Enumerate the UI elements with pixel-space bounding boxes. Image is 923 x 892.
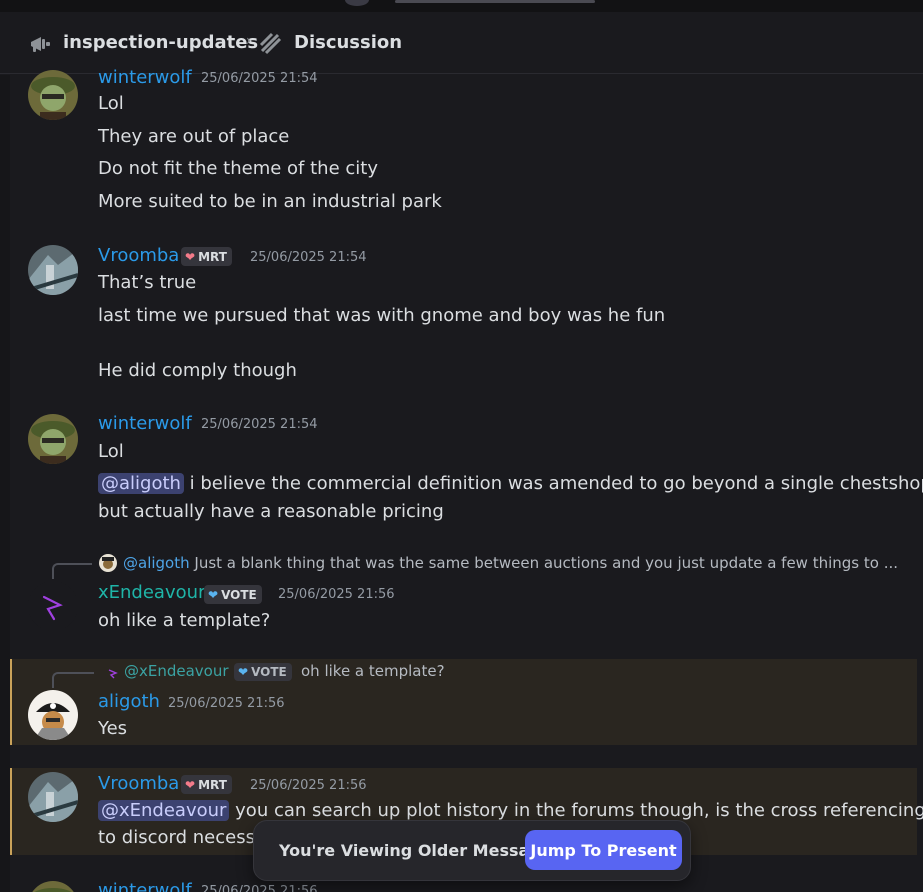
message-text: Yes: [98, 718, 128, 739]
avatar[interactable]: [28, 581, 78, 631]
avatar[interactable]: [28, 414, 78, 464]
username[interactable]: xEndeavour: [98, 582, 205, 603]
left-gutter: [0, 75, 10, 892]
message-item: Vroomba ❤ MRT 25/06/2025 21:54 That’s tr…: [10, 240, 923, 390]
timestamp: 25/06/2025 21:54: [201, 71, 318, 86]
reply-connector: [52, 563, 92, 579]
reply-connector: [52, 672, 94, 688]
avatar[interactable]: [28, 772, 78, 822]
username[interactable]: Vroomba: [98, 773, 179, 794]
message-item: @aligoth Just a blank thing that was the…: [10, 548, 923, 648]
message-text: last time we pursued that was with gnome…: [98, 305, 666, 326]
announcement-channel-icon: [31, 37, 50, 52]
heart-icon: ❤: [185, 249, 196, 264]
user-mention[interactable]: @aligoth: [98, 473, 184, 494]
timestamp: 25/06/2025 21:56: [201, 884, 318, 892]
message-text: Do not fit the theme of the city: [98, 158, 378, 179]
jump-to-present-button[interactable]: Jump To Present: [525, 830, 682, 870]
avatar[interactable]: [28, 690, 78, 740]
message-text: @aligoth i believe the commercial defini…: [98, 473, 923, 494]
thread-icon: [259, 32, 282, 55]
avatar[interactable]: [28, 70, 78, 120]
heart-icon: ❤: [238, 665, 249, 679]
reply-avatar: [108, 669, 118, 679]
older-messages-banner: You're Viewing Older Messages Jump To Pr…: [253, 820, 691, 881]
username[interactable]: winterwolf: [98, 67, 192, 88]
window-top-strip: [0, 0, 923, 12]
message-item: winterwolf 25/06/2025 21:54 Lol They are…: [10, 62, 923, 222]
username[interactable]: Vroomba: [98, 245, 179, 266]
banner-text: You're Viewing Older Messages: [279, 841, 562, 860]
reply-avatar: [99, 554, 117, 572]
timestamp: 25/06/2025 21:56: [168, 696, 285, 711]
username[interactable]: winterwolf: [98, 413, 192, 434]
timestamp: 25/06/2025 21:54: [201, 417, 318, 432]
timestamp: 25/06/2025 21:56: [250, 778, 367, 793]
reply-preview[interactable]: @aligoth Just a blank thing that was the…: [123, 554, 898, 572]
message-text: That’s true: [98, 272, 197, 293]
username[interactable]: winterwolf: [98, 880, 192, 892]
role-badge: ❤ VOTE: [234, 663, 292, 681]
message-text: oh like a template?: [98, 610, 271, 631]
role-badge: ❤ MRT: [181, 775, 232, 794]
role-badge: ❤ VOTE: [204, 585, 262, 604]
message-text: Lol: [98, 93, 124, 114]
heart-icon: ❤: [208, 587, 219, 602]
reply-preview-text: oh like a template?: [301, 662, 445, 680]
reply-preview[interactable]: @xEndeavour: [124, 662, 229, 680]
heart-icon: ❤: [185, 777, 196, 792]
timestamp: 25/06/2025 21:54: [250, 250, 367, 265]
message-text: to discord necessa: [98, 827, 266, 848]
message-text: He did comply though: [98, 360, 297, 381]
message-text: but actually have a reasonable pricing: [98, 501, 444, 522]
message-text: @xEndeavour you can search up plot histo…: [98, 800, 923, 821]
thread-title[interactable]: Discussion: [294, 32, 402, 53]
user-mention[interactable]: @xEndeavour: [98, 800, 230, 821]
avatar[interactable]: [28, 245, 78, 295]
message-text: More suited to be in an industrial park: [98, 191, 442, 212]
message-item: @xEndeavour ❤ VOTE oh like a template? a…: [10, 659, 917, 745]
username[interactable]: aligoth: [98, 691, 160, 712]
message-item: winterwolf 25/06/2025 21:54 Lol @aligoth…: [10, 408, 923, 533]
message-text: Lol: [98, 441, 124, 462]
breadcrumb-separator: ›: [246, 33, 252, 49]
avatar[interactable]: [28, 881, 78, 892]
channel-name[interactable]: inspection-updates: [63, 32, 258, 53]
message-text: They are out of place: [98, 126, 290, 147]
role-badge: ❤ MRT: [181, 247, 232, 266]
timestamp: 25/06/2025 21:56: [278, 587, 395, 602]
